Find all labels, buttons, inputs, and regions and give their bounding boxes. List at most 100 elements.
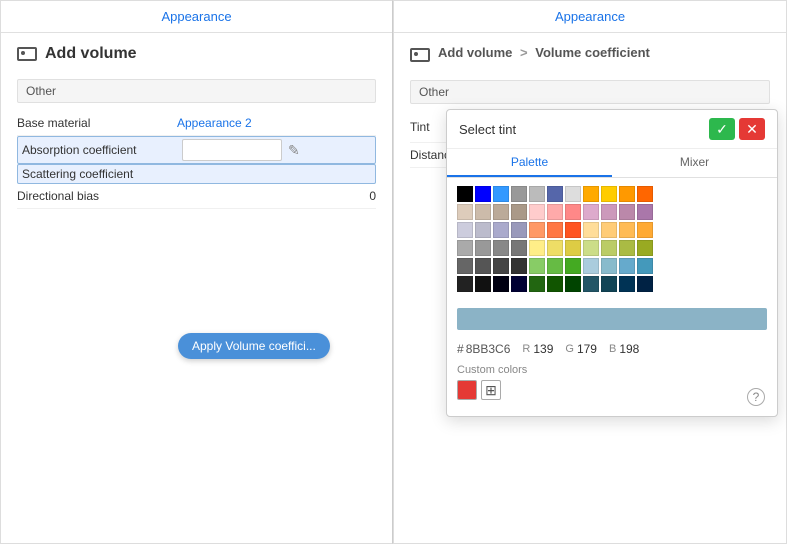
custom-color-swatch[interactable]	[457, 380, 477, 400]
directional-bias-number: 0	[369, 189, 376, 203]
color-cell[interactable]	[583, 240, 599, 256]
left-panel-body: Add volume Other Base material Appearanc…	[1, 33, 392, 543]
help-icon[interactable]: ?	[747, 388, 765, 406]
color-cell[interactable]	[601, 222, 617, 238]
color-cell[interactable]	[637, 276, 653, 292]
color-cell[interactable]	[511, 240, 527, 256]
color-cell[interactable]	[619, 276, 635, 292]
color-cell[interactable]	[511, 186, 527, 202]
tab-palette[interactable]: Palette	[447, 149, 612, 177]
cancel-button[interactable]: ✕	[739, 118, 765, 140]
color-cell[interactable]	[547, 186, 563, 202]
color-cell[interactable]	[511, 222, 527, 238]
color-cell[interactable]	[457, 186, 473, 202]
color-cell[interactable]	[583, 222, 599, 238]
color-cell[interactable]	[619, 222, 635, 238]
b-value[interactable]: 198	[619, 342, 639, 356]
color-cell[interactable]	[583, 204, 599, 220]
color-cell[interactable]	[637, 240, 653, 256]
color-cell[interactable]	[619, 240, 635, 256]
color-cell[interactable]	[637, 222, 653, 238]
color-cell[interactable]	[529, 258, 545, 274]
tab-mixer[interactable]: Mixer	[612, 149, 777, 177]
color-row-1	[457, 186, 767, 202]
color-cell[interactable]	[619, 186, 635, 202]
color-cell[interactable]	[511, 258, 527, 274]
g-value[interactable]: 179	[577, 342, 597, 356]
left-panel: Appearance Add volume Other Base materia…	[0, 0, 393, 544]
color-cell[interactable]	[547, 258, 563, 274]
color-cell[interactable]	[493, 276, 509, 292]
color-cell[interactable]	[583, 186, 599, 202]
color-cell[interactable]	[547, 240, 563, 256]
r-value[interactable]: 139	[533, 342, 553, 356]
color-cell[interactable]	[583, 276, 599, 292]
color-cell[interactable]	[475, 258, 491, 274]
color-cell[interactable]	[601, 258, 617, 274]
confirm-button[interactable]: ✓	[709, 118, 735, 140]
color-cell[interactable]	[493, 186, 509, 202]
color-cell[interactable]	[457, 258, 473, 274]
color-cell[interactable]	[529, 186, 545, 202]
color-cell[interactable]	[475, 204, 491, 220]
color-cell[interactable]	[529, 204, 545, 220]
color-cell[interactable]	[493, 222, 509, 238]
add-custom-color-button[interactable]: ⊞	[481, 380, 501, 400]
color-cell[interactable]	[457, 222, 473, 238]
color-cell[interactable]	[493, 204, 509, 220]
color-cell[interactable]	[493, 240, 509, 256]
color-cell[interactable]	[565, 258, 581, 274]
color-cell[interactable]	[547, 222, 563, 238]
apply-volume-button[interactable]: Apply Volume coeffici...	[178, 333, 330, 359]
color-cell[interactable]	[583, 258, 599, 274]
color-cell[interactable]	[637, 204, 653, 220]
color-cell[interactable]	[475, 240, 491, 256]
left-title-text: Add volume	[45, 45, 137, 63]
color-cell[interactable]	[457, 204, 473, 220]
color-cell[interactable]	[511, 204, 527, 220]
color-cell[interactable]	[511, 276, 527, 292]
color-cell[interactable]	[601, 204, 617, 220]
color-picker-popup: Select tint ✓ ✕ Palette Mixer	[446, 109, 778, 417]
breadcrumb-page: Volume coefficient	[535, 45, 650, 60]
g-label: G	[565, 343, 574, 355]
directional-bias-row: Directional bias 0	[17, 184, 376, 209]
color-cell[interactable]	[619, 204, 635, 220]
color-cell[interactable]	[565, 186, 581, 202]
color-cell[interactable]	[475, 222, 491, 238]
color-values: # 8BB3C6 R 139 G 179 B 198	[447, 336, 777, 358]
color-cell[interactable]	[565, 222, 581, 238]
color-cell[interactable]	[565, 240, 581, 256]
base-material-link[interactable]: Appearance 2	[177, 116, 252, 130]
color-cell[interactable]	[637, 186, 653, 202]
directional-bias-label: Directional bias	[17, 189, 177, 203]
color-cell[interactable]	[601, 276, 617, 292]
color-row-6	[457, 276, 767, 292]
color-cell[interactable]	[529, 222, 545, 238]
breadcrumb-separator: >	[520, 45, 528, 60]
color-cell[interactable]	[475, 186, 491, 202]
color-cell[interactable]	[601, 240, 617, 256]
color-row-2	[457, 204, 767, 220]
color-cell[interactable]	[529, 276, 545, 292]
hex-value[interactable]: 8BB3C6	[466, 342, 511, 356]
absorption-value: ✎	[182, 139, 371, 161]
picker-header: Select tint ✓ ✕	[447, 110, 777, 149]
color-cell[interactable]	[457, 240, 473, 256]
color-cell[interactable]	[565, 276, 581, 292]
color-cell[interactable]	[547, 204, 563, 220]
color-cell[interactable]	[547, 276, 563, 292]
right-panel: Appearance Add volume > Volume coefficie…	[393, 0, 787, 544]
absorption-edit-icon[interactable]: ✎	[288, 142, 300, 159]
absorption-input[interactable]	[182, 139, 282, 161]
color-cell[interactable]	[565, 204, 581, 220]
color-row-3	[457, 222, 767, 238]
color-cell[interactable]	[457, 276, 473, 292]
color-cell[interactable]	[475, 276, 491, 292]
color-cell[interactable]	[619, 258, 635, 274]
color-cell[interactable]	[601, 186, 617, 202]
color-cell[interactable]	[637, 258, 653, 274]
color-cell[interactable]	[529, 240, 545, 256]
volume-icon	[17, 47, 37, 61]
color-cell[interactable]	[493, 258, 509, 274]
